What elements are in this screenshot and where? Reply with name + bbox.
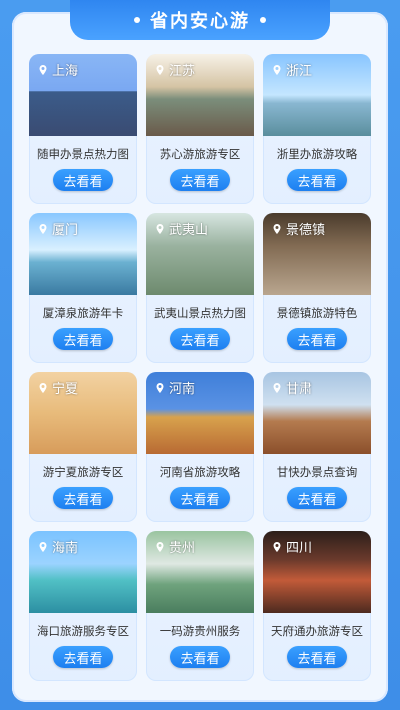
go-button[interactable]: 去看看 (170, 328, 230, 350)
card-title: 浙里办旅游攻略 (276, 147, 358, 161)
location-label: 江苏 (169, 64, 196, 79)
card-gansu[interactable]: 甘肃 甘快办景点查询 去看看 (263, 372, 371, 522)
location-pin-icon (39, 382, 47, 393)
card-zhejiang[interactable]: 浙江 浙里办旅游攻略 去看看 (263, 54, 371, 204)
location-label: 上海 (52, 64, 79, 79)
go-button[interactable]: 去看看 (287, 328, 347, 350)
go-button[interactable]: 去看看 (287, 487, 347, 509)
location-tag: 浙江 (271, 60, 312, 79)
location-pin-icon (156, 64, 164, 75)
location-tag: 景德镇 (271, 219, 325, 238)
card-title: 武夷山景点热力图 (154, 306, 246, 320)
location-pin-icon (273, 64, 281, 75)
section-title: 省内安心游 (70, 0, 330, 40)
location-pin-icon (156, 382, 164, 393)
location-tag: 上海 (37, 60, 78, 79)
card-guizhou[interactable]: 贵州 一码游贵州服务 去看看 (146, 531, 254, 681)
location-label: 宁夏 (52, 382, 79, 397)
go-button[interactable]: 去看看 (287, 169, 347, 191)
go-button[interactable]: 去看看 (170, 169, 230, 191)
title-dot-right (260, 17, 266, 23)
card-hainan[interactable]: 海南 海口旅游服务专区 去看看 (29, 531, 137, 681)
card-title: 天府通办旅游专区 (271, 624, 363, 638)
location-label: 四川 (286, 541, 313, 556)
card-shanghai[interactable]: 上海 随申办景点热力图 去看看 (29, 54, 137, 204)
go-button[interactable]: 去看看 (287, 646, 347, 668)
location-pin-icon (39, 64, 47, 75)
card-title: 甘快办景点查询 (276, 465, 358, 479)
location-tag: 江苏 (154, 60, 195, 79)
location-label: 贵州 (169, 541, 196, 556)
location-label: 厦门 (52, 223, 79, 238)
location-tag: 贵州 (154, 537, 195, 556)
card-xiamen[interactable]: 厦门 厦漳泉旅游年卡 去看看 (29, 213, 137, 363)
card-henan[interactable]: 河南 河南省旅游攻略 去看看 (146, 372, 254, 522)
location-pin-icon (156, 541, 164, 552)
location-label: 河南 (169, 382, 196, 397)
location-tag: 武夷山 (154, 219, 208, 238)
card-title: 河南省旅游攻略 (159, 465, 241, 479)
go-button[interactable]: 去看看 (170, 646, 230, 668)
card-title: 厦漳泉旅游年卡 (42, 306, 124, 320)
card-title: 海口旅游服务专区 (37, 624, 129, 638)
location-label: 浙江 (286, 64, 313, 79)
card-title: 随申办景点热力图 (37, 147, 129, 161)
card-wuyishan[interactable]: 武夷山 武夷山景点热力图 去看看 (146, 213, 254, 363)
location-pin-icon (273, 541, 281, 552)
location-label: 景德镇 (286, 223, 326, 238)
location-pin-icon (156, 223, 164, 234)
location-tag: 海南 (37, 537, 78, 556)
location-tag: 宁夏 (37, 378, 78, 397)
go-button[interactable]: 去看看 (53, 487, 113, 509)
go-button[interactable]: 去看看 (53, 328, 113, 350)
card-ningxia[interactable]: 宁夏 游宁夏旅游专区 去看看 (29, 372, 137, 522)
location-pin-icon (39, 223, 47, 234)
location-pin-icon (273, 382, 281, 393)
card-title: 景德镇旅游特色 (276, 306, 358, 320)
location-tag: 厦门 (37, 219, 78, 238)
card-title: 游宁夏旅游专区 (42, 465, 124, 479)
card-title: 苏心游旅游专区 (159, 147, 241, 161)
card-sichuan[interactable]: 四川 天府通办旅游专区 去看看 (263, 531, 371, 681)
location-pin-icon (273, 223, 281, 234)
section-title-text: 省内安心游 (150, 11, 250, 32)
location-label: 甘肃 (286, 382, 313, 397)
destination-grid: 上海 随申办景点热力图 去看看 江苏 苏心游旅游专区 去看看 浙江 浙里办旅游攻… (17, 45, 383, 695)
go-button[interactable]: 去看看 (53, 646, 113, 668)
location-label: 海南 (52, 541, 79, 556)
card-jingdezhen[interactable]: 景德镇 景德镇旅游特色 去看看 (263, 213, 371, 363)
go-button[interactable]: 去看看 (170, 487, 230, 509)
go-button[interactable]: 去看看 (53, 169, 113, 191)
location-label: 武夷山 (169, 223, 209, 238)
location-tag: 河南 (154, 378, 195, 397)
title-dot-left (134, 17, 140, 23)
location-pin-icon (39, 541, 47, 552)
card-title: 一码游贵州服务 (159, 624, 241, 638)
location-tag: 甘肃 (271, 378, 312, 397)
card-jiangsu[interactable]: 江苏 苏心游旅游专区 去看看 (146, 54, 254, 204)
location-tag: 四川 (271, 537, 312, 556)
